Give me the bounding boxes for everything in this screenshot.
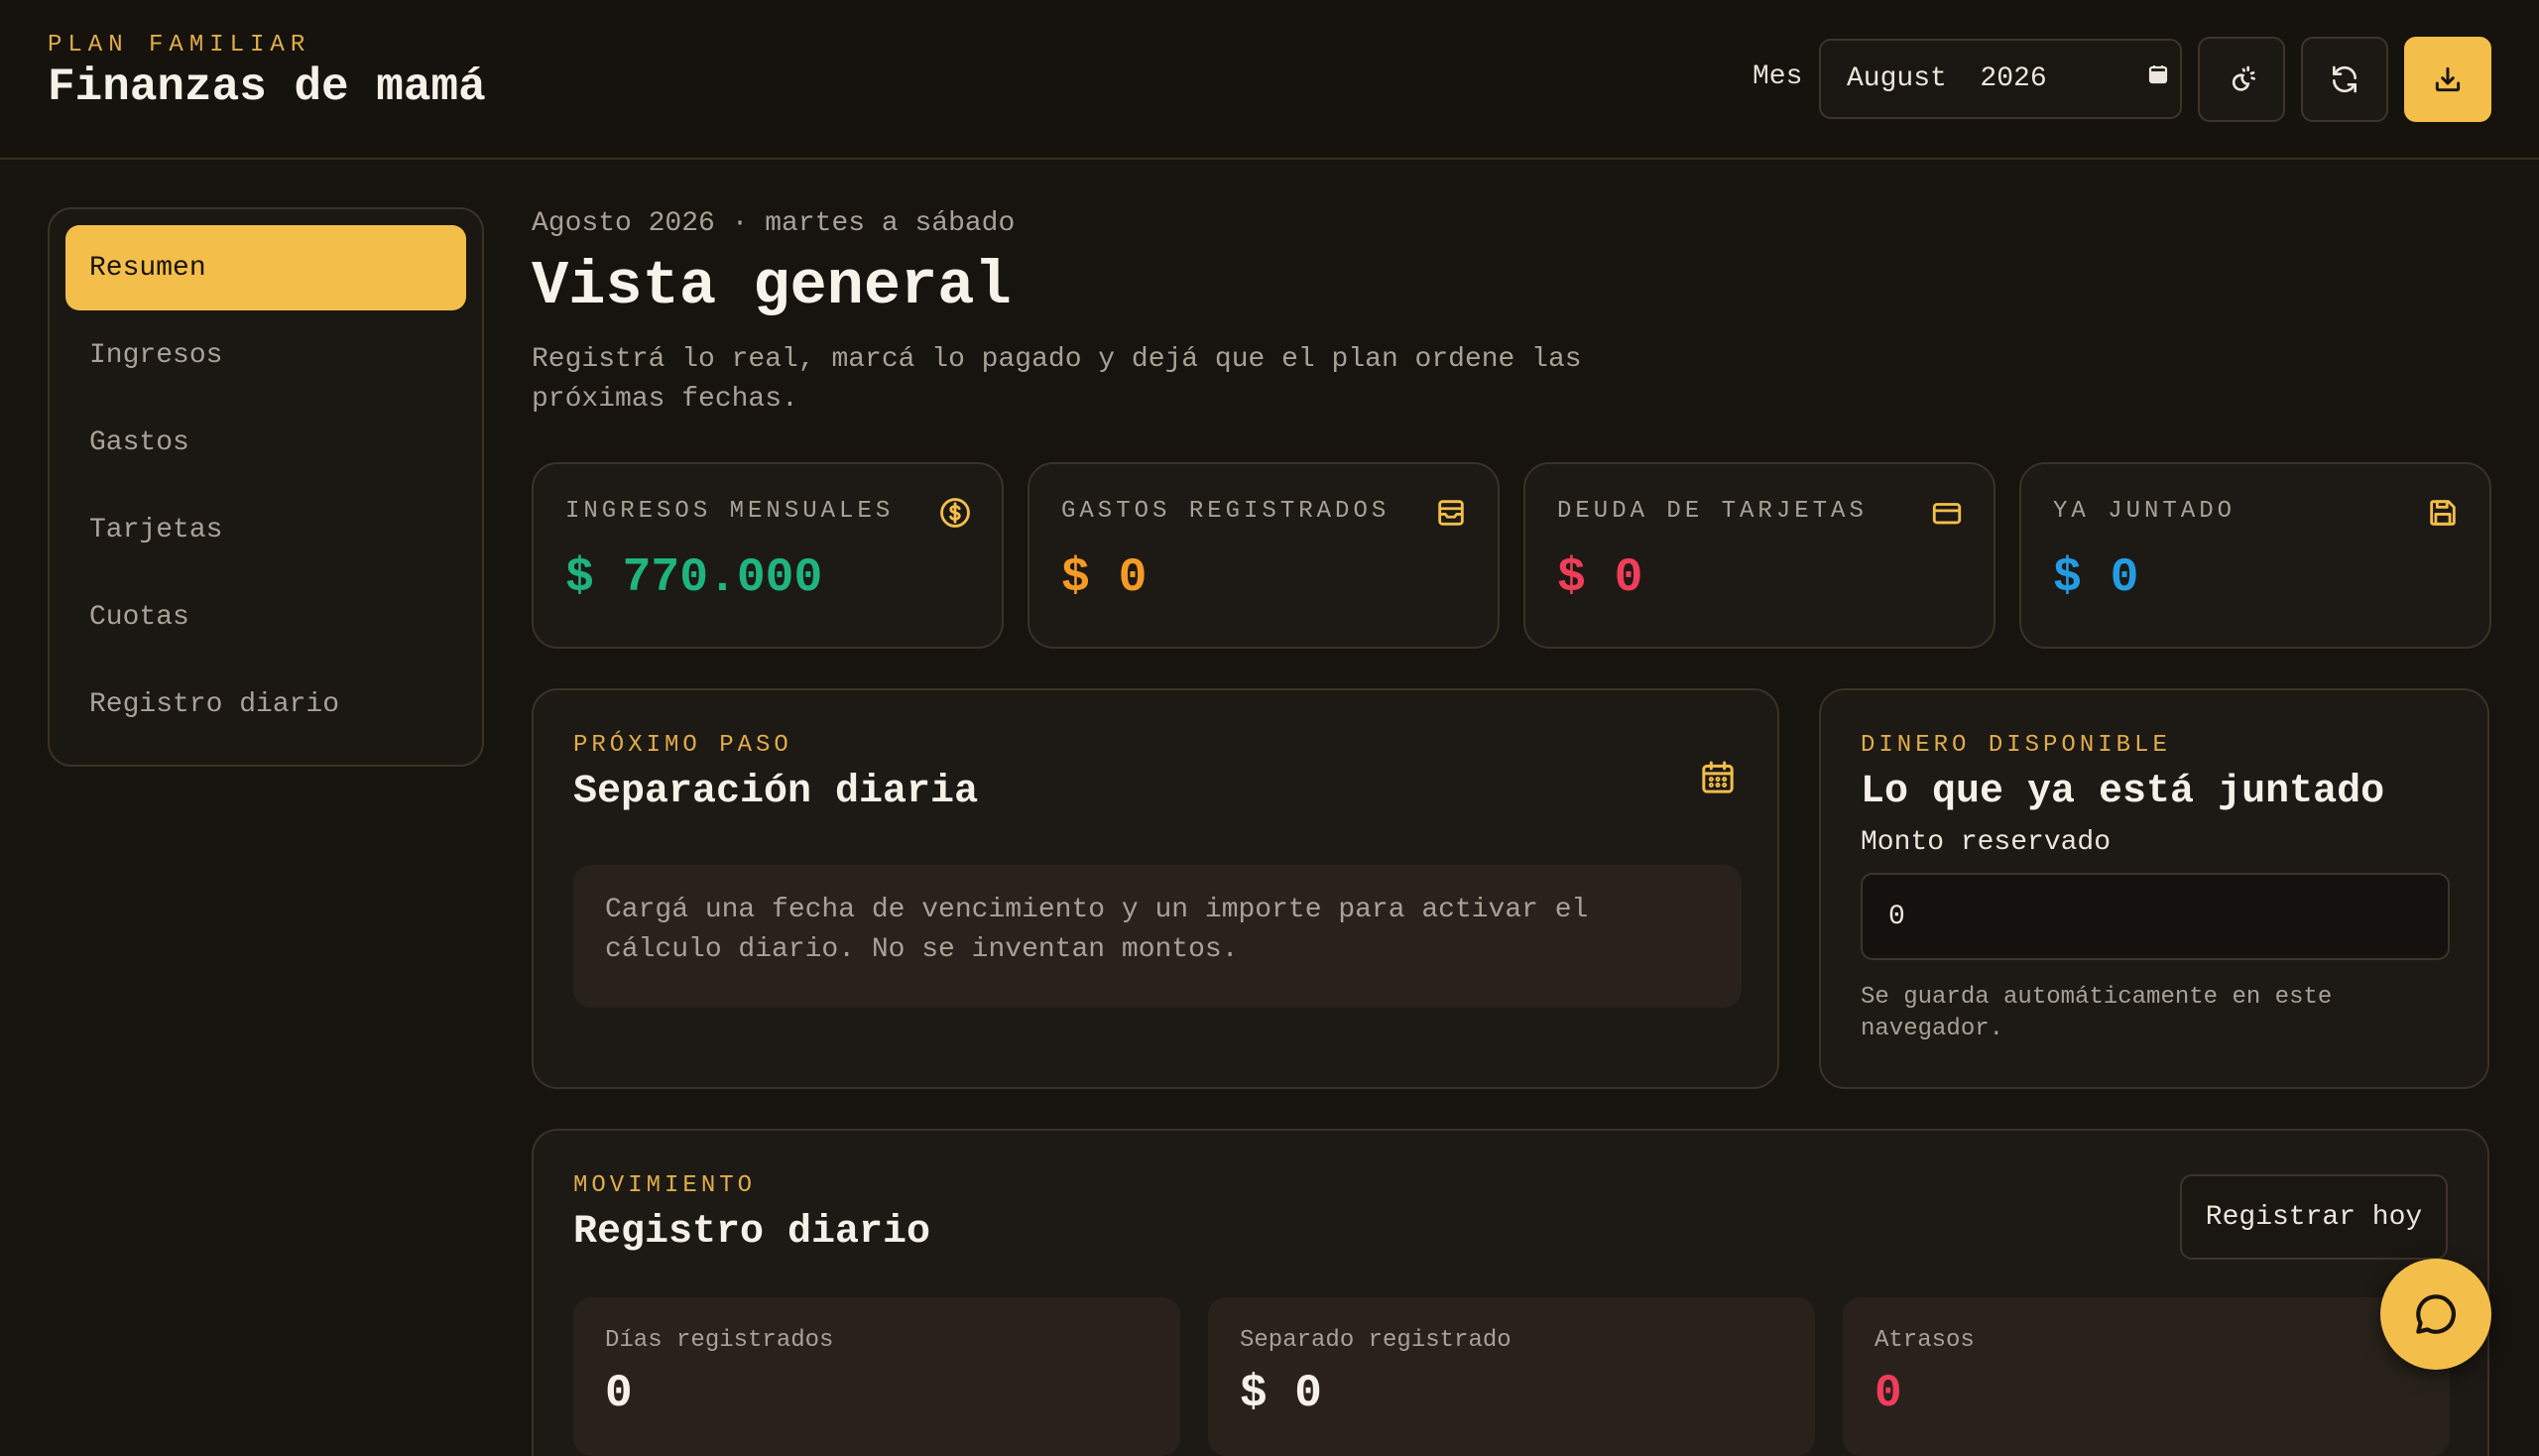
- stat-value: $ 770.000: [565, 551, 823, 605]
- next-step-panel: PRÓXIMO PASO Separación diaria Cargá una…: [532, 688, 1779, 1089]
- sun-moon-icon: [2232, 65, 2255, 91]
- panel-kicker: PRÓXIMO PASO: [573, 732, 792, 759]
- panel-kicker: DINERO DISPONIBLE: [1861, 732, 2171, 759]
- sidebar-nav: Resumen Ingresos Gastos Tarjetas Cuotas …: [48, 207, 484, 767]
- stat-label: YA JUNTADO: [2053, 498, 2237, 525]
- sidebar-item-resumen[interactable]: Resumen: [65, 225, 466, 310]
- period-eyebrow: Agosto 2026 · martes a sábado: [532, 208, 1016, 239]
- metric-value: 0: [1874, 1368, 1902, 1419]
- stat-value: $ 0: [1061, 551, 1148, 605]
- metric-card-delays: Atrasos 0: [1843, 1297, 2450, 1456]
- stat-card-ingresos: INGRESOS MENSUALES $ 770.000: [532, 462, 1004, 649]
- available-money-panel: DINERO DISPONIBLE Lo que ya está juntado…: [1819, 688, 2489, 1089]
- credit-card-icon: [1930, 496, 1964, 535]
- stat-label: GASTOS REGISTRADOS: [1061, 498, 1390, 525]
- month-label: Mes: [1753, 61, 1803, 92]
- receipt-icon: [1434, 496, 1468, 535]
- sidebar-item-ingresos[interactable]: Ingresos: [65, 312, 466, 398]
- sidebar-item-gastos[interactable]: Gastos: [65, 400, 466, 485]
- download-icon: [2435, 66, 2461, 92]
- stat-label: DEUDA DE TARJETAS: [1557, 498, 1868, 525]
- reserved-amount-value: 0: [1888, 901, 1905, 932]
- metric-label: Días registrados: [605, 1327, 834, 1354]
- dollar-circle-icon: [938, 496, 972, 535]
- app-title: Finanzas de mamá: [48, 61, 486, 113]
- chat-bubble-icon: [2416, 1294, 2456, 1334]
- sidebar-item-label: Registro diario: [89, 688, 340, 720]
- save-icon: [2426, 496, 2460, 535]
- calendar-icon[interactable]: [2047, 32, 2171, 126]
- sidebar-item-label: Resumen: [89, 252, 206, 284]
- refresh-icon: [2333, 65, 2357, 93]
- metric-card-separated: Separado registrado $ 0: [1208, 1297, 1815, 1456]
- stat-value: $ 0: [1557, 551, 1643, 605]
- download-button[interactable]: [2404, 37, 2491, 122]
- stat-value: $ 0: [2053, 551, 2139, 605]
- month-input-value: August 2026: [1847, 63, 2047, 94]
- panel-title: Separación diaria: [573, 770, 979, 814]
- page-description: Registrá lo real, marcá lo pagado y dejá…: [532, 344, 1582, 415]
- brand-kicker: PLAN FAMILIAR: [48, 32, 311, 59]
- sidebar-item-label: Ingresos: [89, 339, 223, 371]
- sidebar-item-label: Cuotas: [89, 601, 189, 633]
- panel-kicker: MOVIMIENTO: [573, 1172, 757, 1199]
- top-bar: PLAN FAMILIAR Finanzas de mamá Mes Augus…: [0, 0, 2539, 160]
- calendar-grid-icon: [1698, 758, 1738, 802]
- theme-toggle-button[interactable]: [2198, 37, 2285, 122]
- daily-log-panel: MOVIMIENTO Registro diario Registrar hoy…: [532, 1129, 2489, 1456]
- month-input[interactable]: August 2026: [1819, 39, 2182, 119]
- panel-title: Lo que ya está juntado: [1861, 770, 2385, 814]
- chat-button[interactable]: [2380, 1259, 2491, 1370]
- metric-label: Atrasos: [1874, 1327, 1975, 1354]
- panel-title: Registro diario: [573, 1210, 931, 1255]
- metric-value: 0: [605, 1368, 633, 1419]
- reserved-amount-input[interactable]: 0: [1861, 873, 2450, 960]
- empty-state-message: Cargá una fecha de vencimiento y un impo…: [573, 865, 1742, 1008]
- metric-label: Separado registrado: [1240, 1327, 1511, 1354]
- register-today-button[interactable]: Registrar hoy: [2180, 1174, 2448, 1260]
- sidebar-item-label: Tarjetas: [89, 514, 223, 546]
- stat-label: INGRESOS MENSUALES: [565, 498, 895, 525]
- sidebar-item-cuotas[interactable]: Cuotas: [65, 574, 466, 660]
- autosave-hint: Se guarda automáticamente en este navega…: [1861, 984, 2333, 1042]
- stat-card-deuda: DEUDA DE TARJETAS $ 0: [1523, 462, 1995, 649]
- refresh-button[interactable]: [2301, 37, 2388, 122]
- metric-card-days: Días registrados 0: [573, 1297, 1180, 1456]
- page-title: Vista general: [532, 251, 1012, 321]
- reserved-amount-label: Monto reservado: [1861, 827, 2112, 858]
- stat-card-gastos: GASTOS REGISTRADOS $ 0: [1028, 462, 1500, 649]
- sidebar-item-label: Gastos: [89, 426, 189, 458]
- sidebar-item-tarjetas[interactable]: Tarjetas: [65, 487, 466, 572]
- stat-card-juntado: YA JUNTADO $ 0: [2019, 462, 2491, 649]
- sidebar-item-registro-diario[interactable]: Registro diario: [65, 662, 466, 747]
- metric-value: $ 0: [1240, 1368, 1322, 1419]
